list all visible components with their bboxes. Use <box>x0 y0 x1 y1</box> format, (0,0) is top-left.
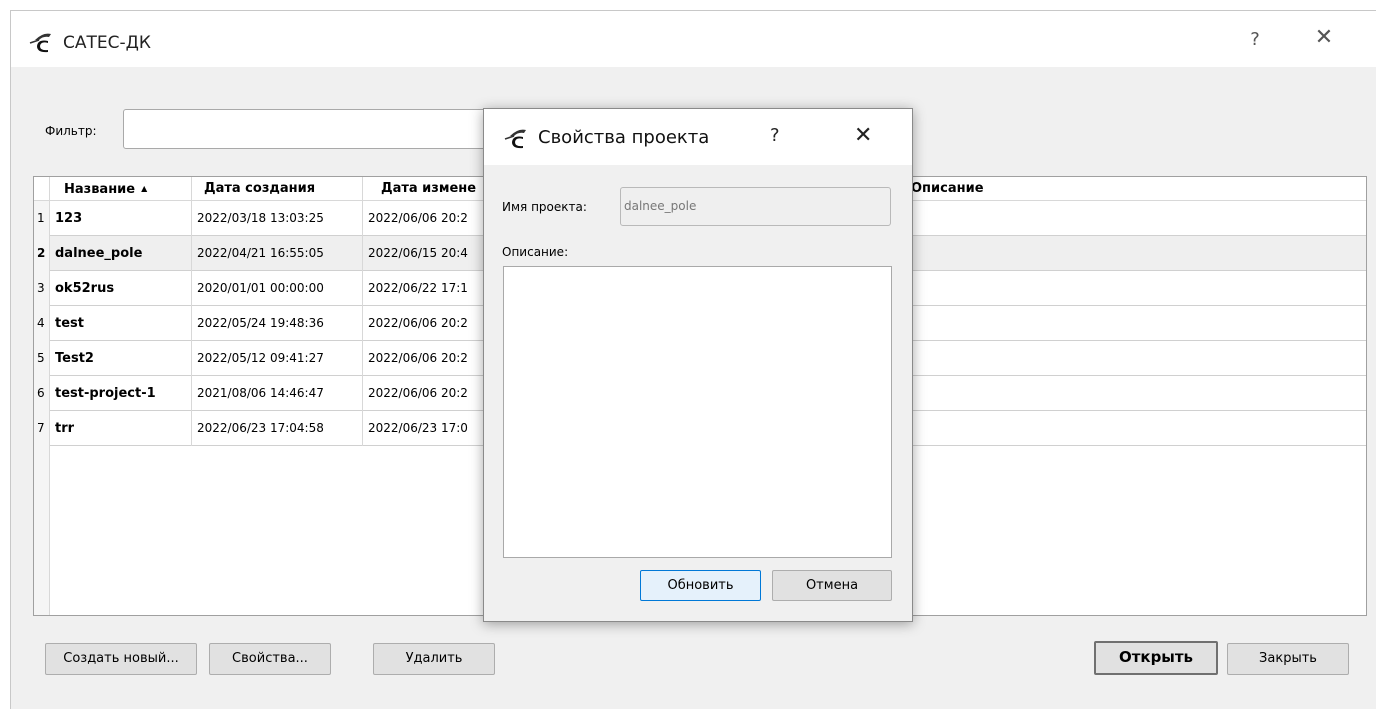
cell-description <box>903 411 1368 446</box>
row-number: 1 <box>34 201 50 236</box>
cell-created: 2022/05/12 09:41:27 <box>192 341 363 376</box>
cell-created: 2022/06/23 17:04:58 <box>192 411 363 446</box>
sort-ascending-icon: ▲ <box>141 184 148 193</box>
description-textarea[interactable] <box>503 266 892 558</box>
cell-name: dalnee_pole <box>50 236 192 271</box>
row-number: 6 <box>34 376 50 411</box>
cell-name: trr <box>50 411 192 446</box>
cell-description <box>903 271 1368 306</box>
cell-description <box>903 341 1368 376</box>
delete-button[interactable]: Удалить <box>373 643 495 675</box>
column-header-created[interactable]: Дата создания <box>192 177 363 201</box>
cell-created: 2022/05/24 19:48:36 <box>192 306 363 341</box>
dialog-close-icon[interactable]: ✕ <box>854 123 872 148</box>
cell-created: 2022/03/18 13:03:25 <box>192 201 363 236</box>
cancel-button[interactable]: Отмена <box>772 570 892 601</box>
cell-description <box>903 376 1368 411</box>
help-icon[interactable]: ? <box>1243 29 1267 50</box>
row-number: 4 <box>34 306 50 341</box>
cell-name: test <box>50 306 192 341</box>
cell-description <box>903 201 1368 236</box>
cell-name: ok52rus <box>50 271 192 306</box>
app-logo-icon <box>504 129 526 149</box>
window-titlebar: САТЕС-ДК ? ✕ <box>11 11 1376 67</box>
row-number: 2 <box>34 236 50 271</box>
close-icon[interactable]: ✕ <box>1309 25 1339 50</box>
close-button[interactable]: Закрыть <box>1227 643 1349 675</box>
update-button[interactable]: Обновить <box>640 570 761 601</box>
cell-name: test-project-1 <box>50 376 192 411</box>
project-name-field[interactable]: dalnee_pole <box>620 187 891 226</box>
dialog-titlebar: Свойства проекта ? ✕ <box>484 109 912 165</box>
cell-created: 2022/04/21 16:55:05 <box>192 236 363 271</box>
column-header-name[interactable]: Название ▲ <box>50 177 192 201</box>
cell-description <box>903 306 1368 341</box>
row-number: 3 <box>34 271 50 306</box>
cell-created: 2020/01/01 00:00:00 <box>192 271 363 306</box>
app-logo-icon <box>29 33 51 53</box>
row-number: 5 <box>34 341 50 376</box>
row-number: 7 <box>34 411 50 446</box>
dialog-title: Свойства проекта <box>538 127 710 148</box>
project-name-label: Имя проекта: <box>502 200 587 214</box>
project-properties-dialog: Свойства проекта ? ✕ Имя проекта: dalnee… <box>483 108 913 622</box>
column-header-description[interactable]: Описание <box>903 177 1368 201</box>
cell-created: 2021/08/06 14:46:47 <box>192 376 363 411</box>
cell-name: Test2 <box>50 341 192 376</box>
filter-label: Фильтр: <box>45 124 97 138</box>
open-button[interactable]: Открыть <box>1094 641 1218 675</box>
description-label: Описание: <box>502 245 569 259</box>
window-title: САТЕС-ДК <box>63 33 151 53</box>
properties-button[interactable]: Свойства... <box>209 643 331 675</box>
cell-description <box>903 236 1368 271</box>
dialog-help-icon[interactable]: ? <box>770 125 780 146</box>
cell-name: 123 <box>50 201 192 236</box>
header-corner <box>34 177 50 201</box>
create-new-button[interactable]: Создать новый... <box>45 643 197 675</box>
